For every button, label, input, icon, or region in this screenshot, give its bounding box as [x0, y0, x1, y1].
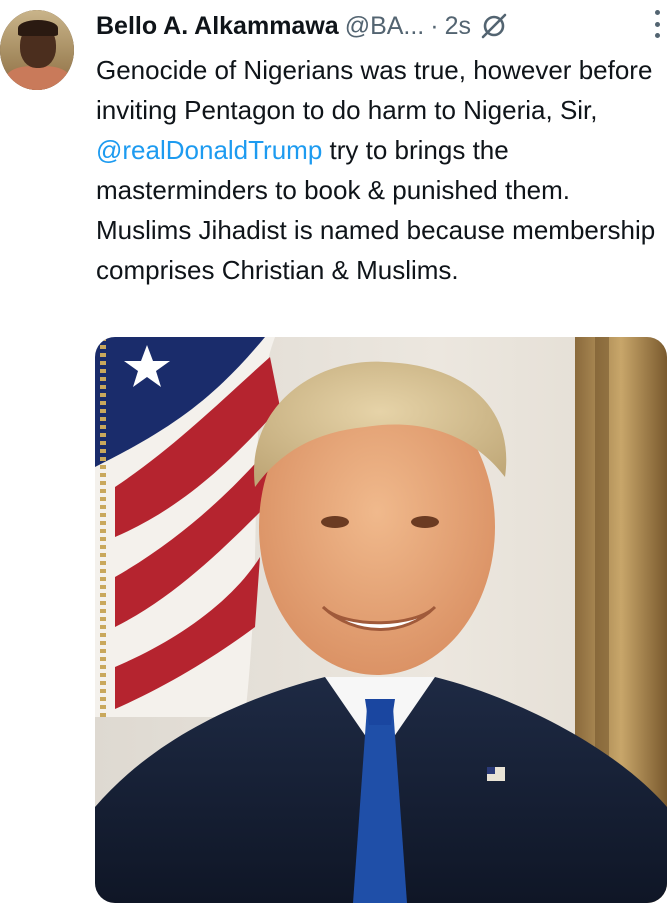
tweet-text: Genocide of Nigerians was true, however …	[96, 50, 666, 290]
avatar-cap	[18, 20, 58, 36]
separator-dot: ·	[430, 11, 439, 40]
tweet-media-photo[interactable]	[95, 337, 667, 903]
author-avatar[interactable]	[0, 10, 74, 90]
author-name[interactable]: Bello A. Alkammawa	[96, 12, 339, 41]
tweet-header: Bello A. Alkammawa @BA... · 2s	[96, 8, 659, 44]
mention-link[interactable]: @realDonaldTrump	[96, 135, 322, 165]
grok-icon[interactable]	[479, 11, 509, 41]
author-handle[interactable]: @BA...	[345, 12, 425, 41]
portrait-photo	[95, 337, 667, 903]
timestamp[interactable]: 2s	[445, 12, 471, 41]
avatar-shirt	[6, 66, 70, 90]
more-vertical-icon[interactable]	[653, 10, 661, 38]
tweet-text-part1: Genocide of Nigerians was true, however …	[96, 55, 653, 125]
